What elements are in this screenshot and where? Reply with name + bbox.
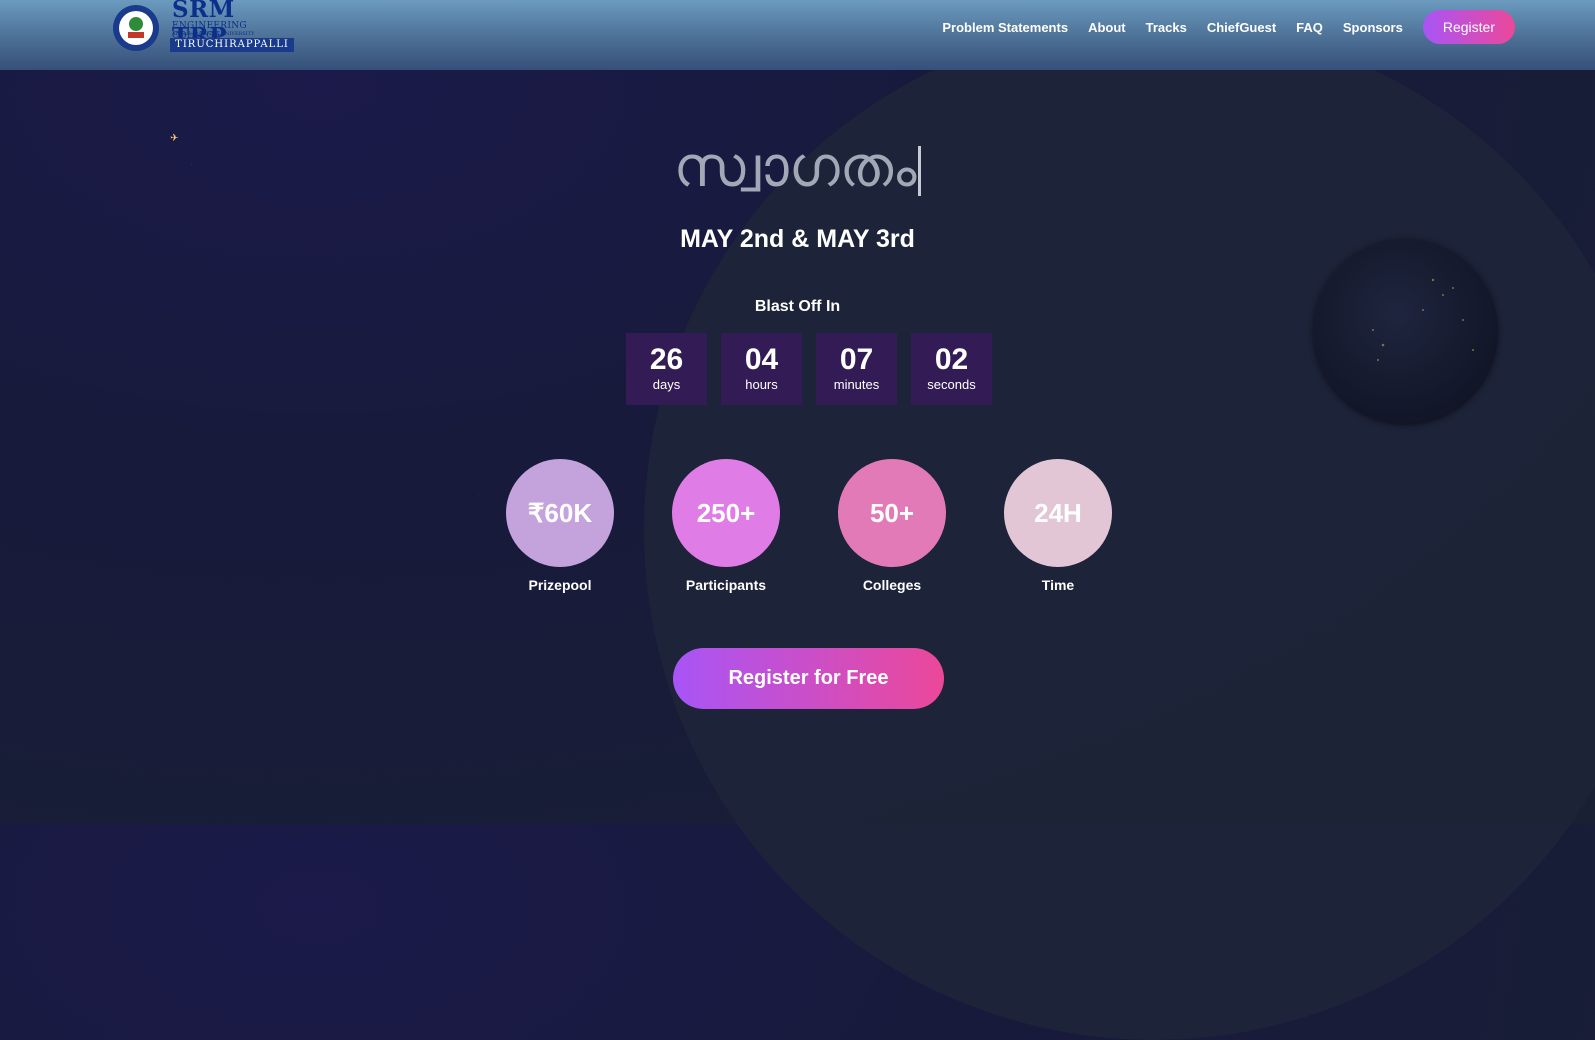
countdown-days: 26 days bbox=[626, 333, 707, 405]
typing-cursor bbox=[918, 145, 922, 196]
logo-city: TIRUCHIRAPPALLI bbox=[170, 38, 294, 52]
nav-sponsors[interactable]: Sponsors bbox=[1343, 20, 1403, 35]
stat-label: Time bbox=[1041, 577, 1075, 593]
welcome-text: സ്വാഗതം bbox=[673, 135, 917, 200]
top-navbar: SRM TRP ENGINEERING COLLEGE Affiliated t… bbox=[0, 0, 1595, 70]
countdown-unit: seconds bbox=[927, 377, 976, 392]
stats-row: ₹60K Prizepool 250+ Participants 50+ Col… bbox=[506, 459, 1112, 593]
logo-affiliation: Affiliated to ANNA UNIVERSITY bbox=[172, 31, 255, 37]
earth-globe-icon bbox=[1313, 240, 1498, 425]
countdown-unit: minutes bbox=[833, 377, 880, 392]
countdown-value: 26 bbox=[649, 343, 684, 376]
stat-label: Participants bbox=[685, 577, 767, 593]
countdown-timer: 26 days 04 hours 07 minutes 02 seconds bbox=[626, 333, 992, 405]
stat-prizepool: ₹60K Prizepool bbox=[506, 459, 614, 593]
nav-faq[interactable]: FAQ bbox=[1296, 20, 1323, 35]
nav-chiefguest[interactable]: ChiefGuest bbox=[1207, 20, 1276, 35]
register-for-free-button[interactable]: Register for Free bbox=[673, 648, 944, 709]
stat-circle: 250+ bbox=[672, 459, 780, 567]
event-date: MAY 2nd & MAY 3rd bbox=[680, 225, 915, 253]
stat-label: Prizepool bbox=[528, 577, 592, 593]
stat-circle: ₹60K bbox=[506, 459, 614, 567]
globe-lights-icon bbox=[1372, 278, 1474, 361]
countdown-value: 07 bbox=[839, 343, 874, 376]
register-button[interactable]: Register bbox=[1422, 10, 1515, 44]
countdown-value: 04 bbox=[744, 343, 779, 376]
stat-circle: 50+ bbox=[838, 459, 946, 567]
countdown-minutes: 07 minutes bbox=[816, 333, 897, 405]
stat-circle: 24H bbox=[1004, 459, 1112, 567]
countdown-seconds: 02 seconds bbox=[911, 333, 992, 405]
stat-participants: 250+ Participants bbox=[672, 459, 780, 593]
nav-problem-statements[interactable]: Problem Statements bbox=[942, 20, 1068, 35]
stat-time: 24H Time bbox=[1004, 459, 1112, 593]
countdown-unit: days bbox=[652, 377, 681, 392]
nav-about[interactable]: About bbox=[1088, 20, 1126, 35]
stat-label: Colleges bbox=[862, 577, 922, 593]
main-nav: Problem Statements About Tracks ChiefGue… bbox=[922, 10, 1595, 44]
stat-colleges: 50+ Colleges bbox=[838, 459, 946, 593]
countdown-value: 02 bbox=[934, 343, 969, 376]
college-logo[interactable]: SRM TRP ENGINEERING COLLEGE Affiliated t… bbox=[108, 0, 298, 56]
college-seal-icon bbox=[113, 5, 159, 51]
welcome-title: സ്വാഗതം bbox=[0, 135, 1595, 201]
nav-tracks[interactable]: Tracks bbox=[1146, 20, 1187, 35]
countdown-unit: hours bbox=[745, 377, 778, 392]
countdown-hours: 04 hours bbox=[721, 333, 802, 405]
